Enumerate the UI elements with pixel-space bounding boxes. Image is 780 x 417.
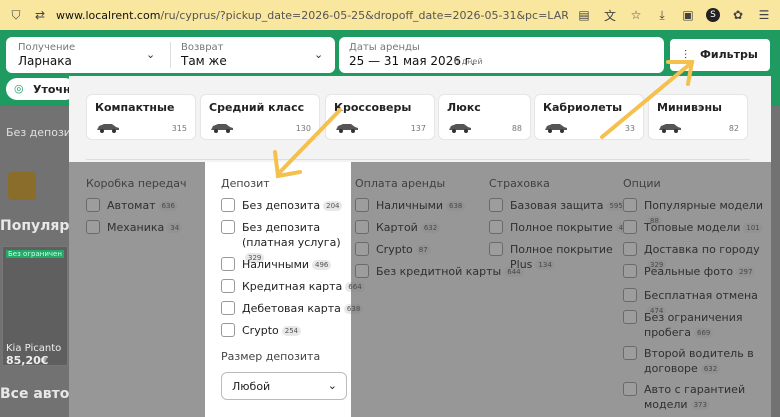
annotation-arrows xyxy=(273,60,695,179)
